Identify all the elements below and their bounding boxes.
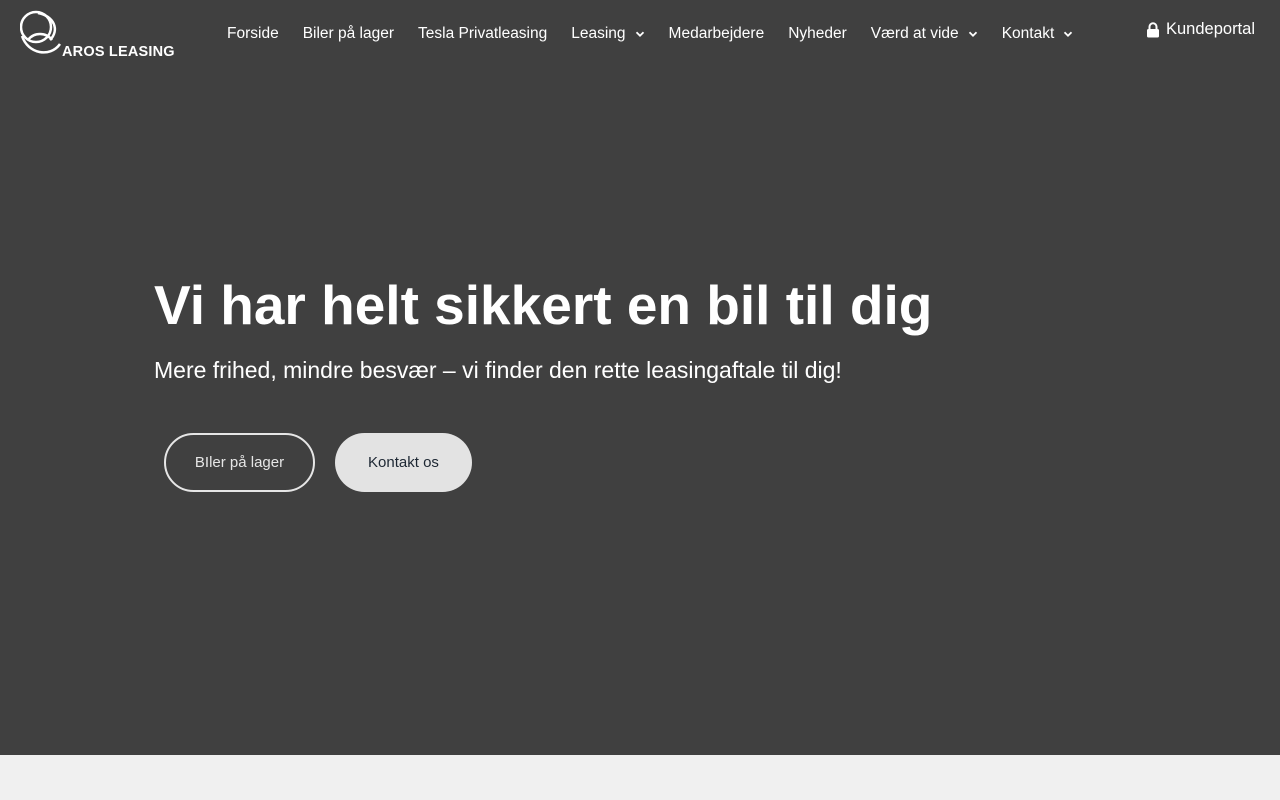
nav-item-label: Forside <box>227 25 279 42</box>
logo-text: AROS LEASING <box>62 44 175 60</box>
kundeportal-label: Kundeportal <box>1166 20 1255 38</box>
nav-item-label: Medarbejdere <box>668 25 765 42</box>
nav-item-nyheder[interactable]: Nyheder <box>776 0 859 68</box>
nav-item-kontakt[interactable]: Kontakt <box>990 0 1086 68</box>
page-below-hero <box>0 755 1280 800</box>
hero-section: AROS LEASING Forside Biler på lager Tesl… <box>0 0 1280 755</box>
nav-item-vaerd-at-vide[interactable]: Værd at vide <box>859 0 990 68</box>
nav-item-label: Biler på lager <box>302 25 395 42</box>
nav-item-label: Tesla Privatleasing <box>418 25 548 42</box>
nav-item-label: Værd at vide <box>870 25 959 42</box>
nav-item-biler-paa-lager[interactable]: Biler på lager <box>291 0 406 68</box>
nav-item-label: Leasing <box>571 25 626 42</box>
button-label: Kontakt os <box>368 454 439 471</box>
nav-item-forside[interactable]: Forside <box>215 0 291 68</box>
nav-item-medarbejdere[interactable]: Medarbejdere <box>657 0 777 68</box>
hero-title: Vi har helt sikkert en bil til dig <box>154 274 933 336</box>
kontakt-os-button[interactable]: Kontakt os <box>335 433 472 492</box>
logo[interactable]: AROS LEASING <box>20 10 175 60</box>
chevron-down-icon <box>968 31 977 37</box>
chevron-down-icon <box>1064 31 1073 37</box>
nav-item-leasing[interactable]: Leasing <box>559 0 656 68</box>
nav-item-label: Kontakt <box>1001 25 1055 42</box>
lock-icon <box>1147 21 1159 37</box>
nav-item-label: Nyheder <box>788 25 847 42</box>
hero-subtitle: Mere frihed, mindre besvær – vi finder d… <box>154 357 842 383</box>
kundeportal-link[interactable]: Kundeportal <box>1146 20 1255 39</box>
biler-paa-lager-button[interactable]: BIler på lager <box>164 433 315 492</box>
chevron-down-icon <box>635 31 644 37</box>
main-nav: Forside Biler på lager Tesla Privatleasi… <box>215 0 1085 68</box>
button-label: BIler på lager <box>194 454 285 471</box>
logo-mark-icon <box>20 10 62 54</box>
nav-item-tesla-privatleasing[interactable]: Tesla Privatleasing <box>406 0 559 68</box>
